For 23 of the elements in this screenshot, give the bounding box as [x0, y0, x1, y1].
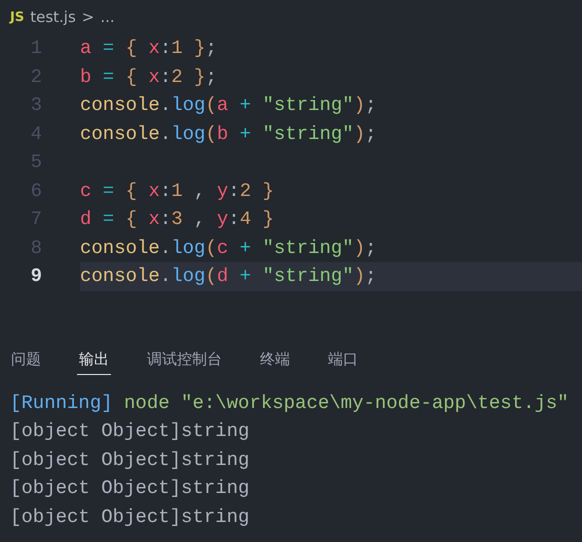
code-line: console.log(b + "string");	[80, 122, 378, 147]
file-name[interactable]: test.js	[30, 8, 76, 26]
panel-tab[interactable]: 调试控制台	[145, 346, 224, 375]
running-tag: [Running]	[10, 392, 113, 414]
run-command: node "e:\workspace\my-node-app\test.js"	[124, 392, 569, 414]
code-line: b = { x:2 };	[80, 64, 218, 90]
code-line: c = { x:1 , y:2 }	[80, 178, 275, 204]
code-line: console.log(c + "string");	[80, 236, 378, 261]
line-number: 9	[30, 265, 42, 288]
output-line: [object Object]string	[10, 506, 250, 528]
panel-tab[interactable]: 问题	[9, 346, 43, 375]
code-line: a = { x:1 };	[80, 36, 218, 62]
breadcrumb-more[interactable]: ...	[100, 8, 115, 26]
panel-tab[interactable]: 端口	[326, 346, 360, 375]
output-line: [object Object]string	[10, 448, 250, 471]
panel-tab[interactable]: 输出	[77, 346, 111, 375]
js-file-label: JS	[10, 10, 24, 24]
output-line: [object Object]string	[10, 420, 250, 442]
panel-tab[interactable]: 终端	[258, 346, 292, 375]
breadcrumb-separator: >	[82, 8, 94, 26]
output-line: [object Object]string	[10, 477, 250, 500]
code-line: d = { x:3 , y:4 }	[80, 207, 275, 232]
code-line: console.log(a + "string");	[80, 93, 378, 118]
